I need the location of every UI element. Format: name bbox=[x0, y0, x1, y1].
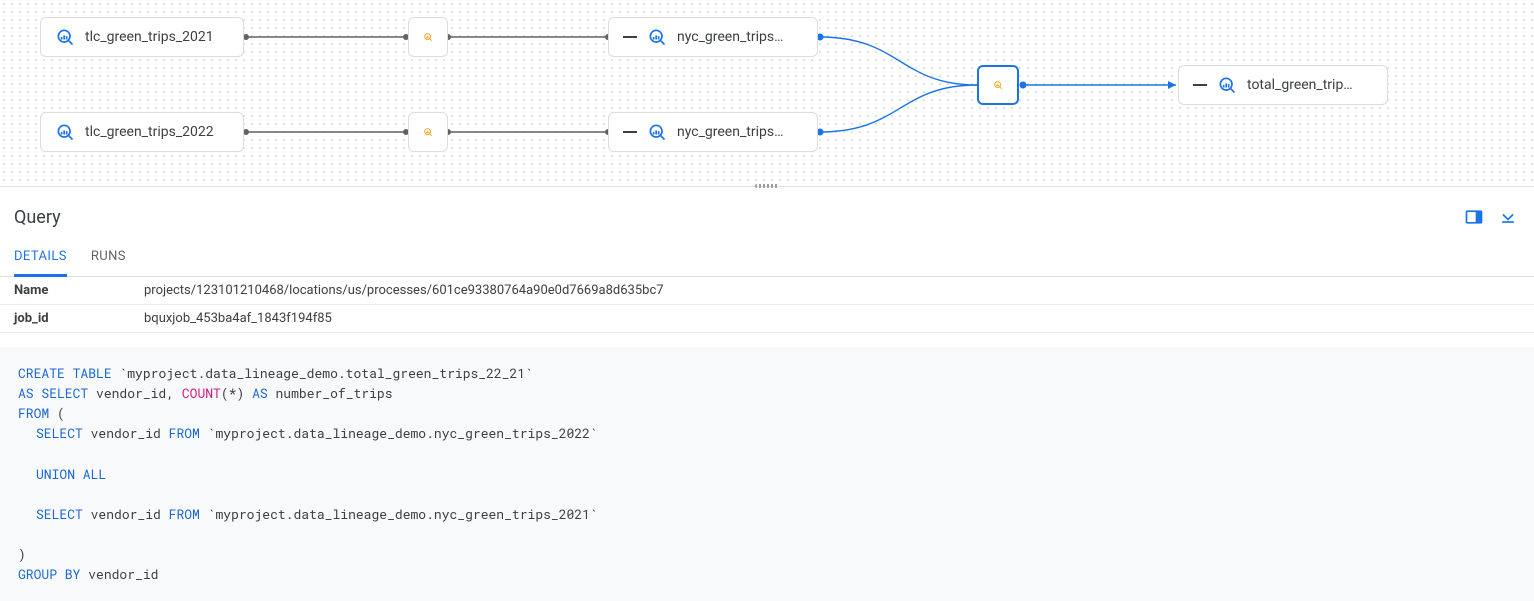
details-table: Name projects/123101210468/locations/us/… bbox=[0, 277, 1534, 333]
table-row: job_id bquxjob_453ba4af_1843f194f85 bbox=[0, 305, 1534, 333]
node-label: tlc_green_trips_2022 bbox=[85, 124, 214, 140]
process-node-1[interactable] bbox=[408, 17, 448, 57]
tab-details[interactable]: DETAILS bbox=[14, 239, 67, 277]
bigquery-icon bbox=[1217, 75, 1237, 95]
node-tlc-2022[interactable]: tlc_green_trips_2022 bbox=[40, 112, 244, 152]
process-node-2[interactable] bbox=[408, 112, 448, 152]
minus-icon bbox=[623, 131, 637, 133]
bigquery-icon bbox=[647, 122, 667, 142]
bigquery-icon bbox=[647, 27, 667, 47]
table-row: Name projects/123101210468/locations/us/… bbox=[0, 277, 1534, 305]
bigquery-process-icon bbox=[423, 122, 433, 142]
field-jobid-value: bquxjob_453ba4af_1843f194f85 bbox=[130, 305, 1534, 333]
node-label: nyc_green_trips… bbox=[677, 124, 783, 140]
collapse-down-icon[interactable] bbox=[1498, 207, 1518, 227]
dock-right-icon[interactable] bbox=[1464, 207, 1484, 227]
tab-runs[interactable]: RUNS bbox=[91, 239, 126, 276]
field-jobid-label: job_id bbox=[0, 305, 130, 333]
details-panel: Query DETAILS RUNS Name projects/1231012… bbox=[0, 186, 1534, 503]
field-name-value: projects/123101210468/locations/us/proce… bbox=[130, 277, 1534, 305]
panel-tabs: DETAILS RUNS bbox=[0, 239, 1534, 277]
node-label: total_green_trip… bbox=[1247, 77, 1353, 93]
node-tlc-2021[interactable]: tlc_green_trips_2021 bbox=[40, 17, 244, 57]
bigquery-process-icon bbox=[993, 75, 1003, 95]
minus-icon bbox=[1193, 84, 1207, 86]
sql-preview: CREATE TABLE `myproject.data_lineage_dem… bbox=[0, 347, 1534, 601]
bigquery-icon bbox=[55, 122, 75, 142]
node-nyc-2022[interactable]: nyc_green_trips… bbox=[608, 112, 818, 152]
node-nyc-2021[interactable]: nyc_green_trips… bbox=[608, 17, 818, 57]
process-node-selected[interactable] bbox=[977, 65, 1019, 105]
minus-icon bbox=[623, 36, 637, 38]
lineage-graph-canvas[interactable]: tlc_green_trips_2021 nyc_green_trips… tl… bbox=[0, 0, 1534, 186]
panel-title: Query bbox=[14, 207, 61, 228]
node-label: tlc_green_trips_2021 bbox=[85, 29, 214, 45]
bigquery-icon bbox=[55, 27, 75, 47]
panel-resize-handle[interactable] bbox=[753, 180, 781, 192]
field-name-label: Name bbox=[0, 277, 130, 305]
node-total[interactable]: total_green_trip… bbox=[1178, 65, 1388, 105]
node-label: nyc_green_trips… bbox=[677, 29, 783, 45]
bigquery-process-icon bbox=[423, 27, 433, 47]
